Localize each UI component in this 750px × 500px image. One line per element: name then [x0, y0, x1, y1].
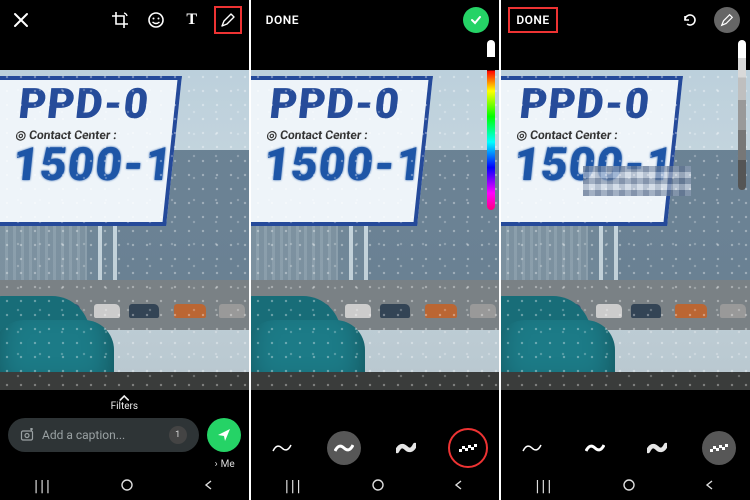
brush-pen-thin[interactable] — [515, 431, 549, 465]
color-slider[interactable] — [738, 40, 746, 190]
view-once-badge[interactable]: 1 — [169, 426, 187, 444]
image-preview: PPD-0 ◎ Contact Center : 1500-1 — [0, 70, 249, 390]
android-nav-bar: ||| — [0, 474, 249, 496]
panel-editor-main: T PPD-0 ◎ Contact Center : 1500-1 Filte — [0, 0, 249, 500]
draw-pen-icon[interactable] — [714, 7, 740, 33]
brush-tray — [501, 426, 750, 470]
filters-toggle[interactable]: Filters — [111, 393, 139, 412]
crop-rotate-icon[interactable] — [109, 9, 131, 31]
brush-tray — [251, 426, 500, 470]
done-button[interactable]: DONE — [261, 10, 304, 30]
nav-back-icon[interactable] — [704, 479, 716, 491]
brush-pen-medium[interactable] — [327, 431, 361, 465]
sign-number: 1500-1 — [10, 138, 162, 192]
brush-pixelate[interactable] — [702, 431, 736, 465]
nav-back-icon[interactable] — [203, 479, 215, 491]
recipient-row[interactable]: › Me — [215, 459, 235, 470]
color-slider[interactable] — [487, 40, 495, 210]
nav-home-icon[interactable] — [371, 478, 385, 492]
check-icon — [469, 13, 483, 27]
image-preview[interactable]: PPD-0 ◎ Contact Center : 1500-1 — [251, 70, 500, 390]
text-tool-button[interactable]: T — [181, 9, 203, 31]
brush-marker[interactable] — [640, 431, 674, 465]
nav-home-icon[interactable] — [622, 478, 636, 492]
brush-marker[interactable] — [389, 431, 423, 465]
brush-pixelate[interactable] — [451, 431, 485, 465]
top-bar: DONE — [501, 6, 750, 34]
nav-recents-icon[interactable]: ||| — [285, 476, 303, 495]
send-button[interactable] — [207, 418, 241, 452]
caption-placeholder: Add a caption... — [42, 428, 125, 442]
image-preview[interactable]: PPD-0 ◎ Contact Center : 1500-1 — [501, 70, 750, 390]
confirm-button[interactable] — [463, 7, 489, 33]
add-photo-icon — [20, 428, 34, 442]
filters-label: Filters — [111, 401, 139, 412]
emoji-icon[interactable] — [145, 9, 167, 31]
nav-recents-icon[interactable]: ||| — [536, 476, 554, 495]
nav-recents-icon[interactable]: ||| — [34, 476, 52, 495]
top-bar: DONE — [251, 6, 500, 34]
caption-input[interactable]: Add a caption... 1 — [8, 418, 199, 452]
panel-pixelated: DONE PPD-0 ◎ Contact Center : 1500-1 — [501, 0, 750, 500]
nav-home-icon[interactable] — [120, 478, 134, 492]
android-nav-bar: ||| — [251, 474, 500, 496]
brush-pen-thin[interactable] — [265, 431, 299, 465]
recipient-label: Me — [221, 459, 235, 470]
draw-pen-icon[interactable] — [217, 9, 239, 31]
top-bar: T — [0, 6, 249, 34]
brush-pen-medium[interactable] — [578, 431, 612, 465]
sign-title: PPD-0 — [17, 86, 167, 124]
sign-board: PPD-0 ◎ Contact Center : 1500-1 — [0, 76, 182, 226]
caption-row: Add a caption... 1 — [8, 418, 241, 452]
close-icon[interactable] — [10, 9, 32, 31]
panel-draw-mode: DONE PPD-0 ◎ Contact Center : 1500-1 — [251, 0, 500, 500]
nav-back-icon[interactable] — [453, 479, 465, 491]
pixelate-overlay — [583, 166, 691, 196]
android-nav-bar: ||| — [501, 474, 750, 496]
undo-icon[interactable] — [678, 9, 700, 31]
done-button[interactable]: DONE — [511, 10, 554, 30]
